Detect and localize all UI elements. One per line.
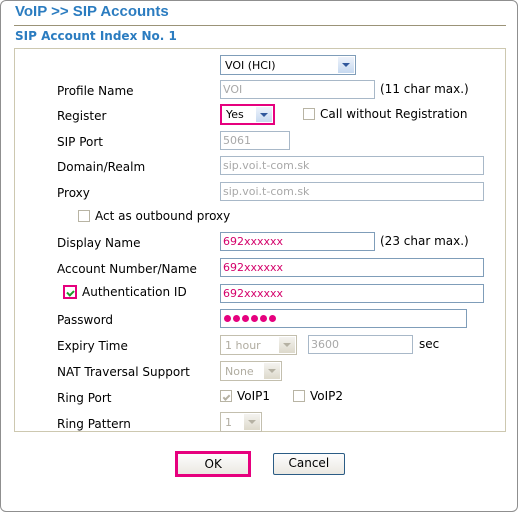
nat-traversal-support-label: NAT Traversal Support xyxy=(57,365,190,379)
authentication-id-checkbox[interactable]: Authentication ID xyxy=(63,285,187,299)
chevron-down-icon[interactable] xyxy=(244,414,260,430)
proxy-input[interactable]: sip.voi.t-com.sk xyxy=(220,182,484,201)
sip-port-input[interactable]: 5061 xyxy=(220,131,290,150)
authentication-id-input[interactable]: 692xxxxxx xyxy=(220,284,484,303)
password-dot xyxy=(251,315,258,322)
sip-account-form-panel: VOI (HCI) Profile Name VOI (11 char max.… xyxy=(14,48,506,432)
chevron-down-icon[interactable] xyxy=(338,57,354,73)
cancel-button[interactable]: Cancel xyxy=(272,453,345,475)
title-divider xyxy=(14,25,506,26)
act-as-outbound-proxy-checkbox[interactable]: Act as outbound proxy xyxy=(78,209,230,223)
ring-pattern-label: Ring Pattern xyxy=(57,417,131,431)
register-select-value: Yes xyxy=(226,108,244,121)
ring-port-option-voip1-label: VoIP1 xyxy=(237,389,271,403)
password-label: Password xyxy=(57,313,114,327)
display-name-hint: (23 char max.) xyxy=(380,234,469,248)
ok-button[interactable]: OK xyxy=(175,451,252,477)
page-title: SIP Account Index No. 1 xyxy=(15,29,177,43)
chevron-down-icon[interactable] xyxy=(279,337,295,353)
breadcrumb: VoIP >> SIP Accounts xyxy=(15,3,169,20)
password-dot xyxy=(260,315,267,322)
checkbox-checked-icon[interactable] xyxy=(220,390,232,402)
checkbox-checked-icon[interactable] xyxy=(63,285,77,299)
account-number-name-input[interactable]: 692xxxxxx xyxy=(220,258,484,277)
ring-port-option-voip2[interactable]: VoIP2 xyxy=(293,389,343,403)
domain-realm-input[interactable]: sip.voi.t-com.sk xyxy=(220,156,484,175)
password-dot xyxy=(269,315,276,322)
proxy-label: Proxy xyxy=(57,186,90,200)
account-number-name-label: Account Number/Name xyxy=(57,262,197,276)
expiry-time-unit-label: sec xyxy=(419,337,440,351)
ring-port-label: Ring Port xyxy=(57,391,112,405)
sip-port-label: SIP Port xyxy=(57,135,103,149)
profile-name-hint: (11 char max.) xyxy=(380,82,469,96)
display-name-label: Display Name xyxy=(57,236,141,250)
register-select[interactable]: Yes xyxy=(220,104,275,125)
profile-name-input[interactable]: VOI xyxy=(220,80,375,99)
expiry-time-select[interactable]: 1 hour xyxy=(220,335,297,355)
password-dot xyxy=(233,315,240,322)
checkbox-icon[interactable] xyxy=(293,390,305,402)
checkbox-icon[interactable] xyxy=(78,210,90,222)
expiry-time-select-value: 1 hour xyxy=(225,338,261,352)
profile-name-label: Profile Name xyxy=(57,84,134,98)
act-as-outbound-proxy-label: Act as outbound proxy xyxy=(95,209,231,223)
password-input[interactable] xyxy=(220,309,467,328)
checkbox-icon[interactable] xyxy=(303,108,315,120)
chevron-down-icon[interactable] xyxy=(264,363,280,379)
authentication-id-label: Authentication ID xyxy=(82,285,187,299)
ring-pattern-value: 1 xyxy=(225,415,232,429)
profile-select-value: VOI (HCI) xyxy=(225,58,276,72)
profile-select[interactable]: VOI (HCI) xyxy=(220,55,356,75)
domain-realm-label: Domain/Realm xyxy=(57,160,146,174)
form-actions: OK Cancel xyxy=(1,451,517,477)
password-dot xyxy=(242,315,249,322)
display-name-input[interactable]: 692xxxxxx xyxy=(220,232,375,251)
call-without-registration-label: Call without Registration xyxy=(320,107,468,121)
sip-accounts-page: VoIP >> SIP Accounts SIP Account Index N… xyxy=(0,0,518,512)
password-dot xyxy=(224,315,231,322)
ring-pattern-select[interactable]: 1 xyxy=(220,412,262,432)
nat-traversal-support-select[interactable]: None xyxy=(220,361,282,381)
register-label: Register xyxy=(57,109,107,123)
expiry-time-label: Expiry Time xyxy=(57,339,128,353)
nat-traversal-support-value: None xyxy=(225,364,254,378)
chevron-down-icon[interactable] xyxy=(256,107,272,122)
ring-port-option-voip1[interactable]: VoIP1 xyxy=(220,389,270,403)
ring-port-option-voip2-label: VoIP2 xyxy=(310,389,344,403)
call-without-registration-checkbox[interactable]: Call without Registration xyxy=(303,107,468,121)
expiry-time-seconds-input[interactable]: 3600 xyxy=(308,335,413,354)
